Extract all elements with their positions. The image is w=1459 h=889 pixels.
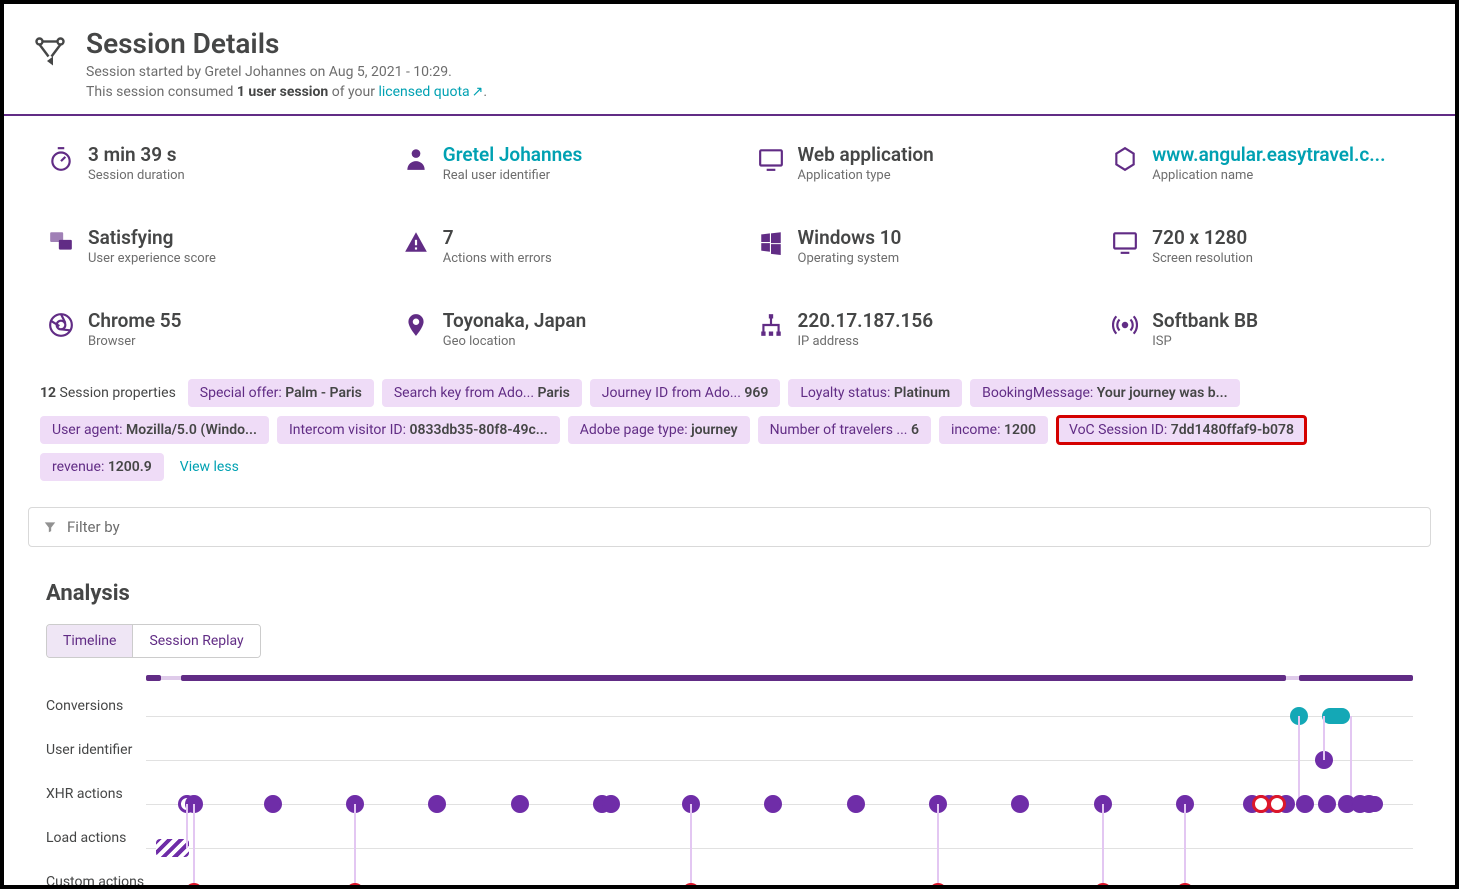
user-icon <box>403 146 429 172</box>
analysis-title: Analysis <box>46 581 1413 606</box>
timeline-point[interactable] <box>1352 796 1382 812</box>
property-chip[interactable]: income: 1200 <box>939 416 1048 444</box>
stat-user[interactable]: Gretel JohannesReal user identifier <box>403 144 718 183</box>
session-icon <box>32 34 68 70</box>
timeline-point[interactable] <box>1268 795 1286 813</box>
chrome-icon <box>48 312 74 338</box>
uxscore-icon <box>48 229 74 255</box>
property-chip[interactable]: User agent: Mozilla/5.0 (Windo... <box>40 416 269 444</box>
stat-os: Windows 10Operating system <box>758 227 1073 266</box>
props-count: 12 Session properties <box>40 385 176 401</box>
timeline-point[interactable] <box>1296 795 1314 813</box>
row-label-xhr: XHR actions <box>46 786 146 830</box>
timeline-chart: Conversions User identifier XHR actions … <box>46 676 1413 889</box>
timeline-point[interactable] <box>1322 708 1350 724</box>
timeline-point[interactable] <box>1011 795 1029 813</box>
timeline-point[interactable] <box>156 839 189 857</box>
property-chip[interactable]: Journey ID from Ado... 969 <box>590 379 781 407</box>
network-icon <box>758 312 784 338</box>
property-chip[interactable]: Search key from Ado... Paris <box>382 379 582 407</box>
stat-duration: 3 min 39 sSession duration <box>48 144 363 183</box>
row-label-conversions: Conversions <box>46 698 146 742</box>
location-icon <box>403 312 429 338</box>
property-chip[interactable]: Number of travelers ... 6 <box>758 416 931 444</box>
licensed-quota-link[interactable]: licensed quota↗ <box>378 84 483 100</box>
session-properties: 12 Session properties Special offer: Pal… <box>4 379 1455 481</box>
tab-session-replay[interactable]: Session Replay <box>132 625 259 657</box>
timeline-point[interactable] <box>428 795 446 813</box>
property-chip[interactable]: Loyalty status: Platinum <box>788 379 962 407</box>
timeline-point[interactable] <box>511 795 529 813</box>
stat-appname[interactable]: www.angular.easytravel.c...Application n… <box>1112 144 1427 183</box>
timeline-range-track[interactable] <box>146 676 1413 680</box>
hexagon-icon <box>1112 146 1138 172</box>
row-label-load: Load actions <box>46 830 146 874</box>
row-label-useridentifier: User identifier <box>46 742 146 786</box>
timeline-point[interactable] <box>1318 795 1336 813</box>
timeline-point[interactable] <box>764 795 782 813</box>
stopwatch-icon <box>48 146 74 172</box>
analysis-tabs: Timeline Session Replay <box>46 624 261 658</box>
stat-ip: 220.17.187.156IP address <box>758 310 1073 349</box>
timeline-point[interactable] <box>847 795 865 813</box>
page-title: Session Details <box>86 28 487 60</box>
property-chip[interactable]: Special offer: Palm - Paris <box>188 379 374 407</box>
resolution-icon <box>1112 229 1138 255</box>
timeline-point[interactable] <box>602 795 620 813</box>
stat-res: 720 x 1280Screen resolution <box>1112 227 1427 266</box>
stat-ux: SatisfyingUser experience score <box>48 227 363 266</box>
stat-errors: 7Actions with errors <box>403 227 718 266</box>
external-icon: ↗ <box>472 84 484 100</box>
view-less-link[interactable]: View less <box>172 453 247 481</box>
filter-by-input[interactable]: Filter by <box>28 507 1431 547</box>
consumed-line: This session consumed 1 user session of … <box>86 84 487 100</box>
property-chip[interactable]: Adobe page type: journey <box>568 416 750 444</box>
stat-isp: Softbank BBISP <box>1112 310 1427 349</box>
windows-icon <box>758 229 784 255</box>
timeline-point[interactable] <box>264 795 282 813</box>
property-chip[interactable]: BookingMessage: Your journey was b... <box>970 379 1239 407</box>
stat-geo: Toyonaka, JapanGeo location <box>403 310 718 349</box>
property-chip[interactable]: Intercom visitor ID: 0833db35-80f8-49c..… <box>277 416 560 444</box>
property-chip[interactable]: revenue: 1200.9 <box>40 453 164 481</box>
property-chip[interactable]: VoC Session ID: 7dd1480ffaf9-b078 <box>1056 415 1307 445</box>
timeline-point[interactable] <box>1252 795 1270 813</box>
row-label-custom: Custom actions <box>46 874 146 889</box>
monitor-icon <box>758 146 784 172</box>
warning-icon <box>403 229 429 255</box>
antenna-icon <box>1112 312 1138 338</box>
stat-apptype: Web applicationApplication type <box>758 144 1073 183</box>
session-subtitle: Session started by Gretel Johannes on Au… <box>86 64 487 80</box>
filter-icon <box>43 520 57 534</box>
tab-timeline[interactable]: Timeline <box>47 625 132 657</box>
stat-browser: Chrome 55Browser <box>48 310 363 349</box>
